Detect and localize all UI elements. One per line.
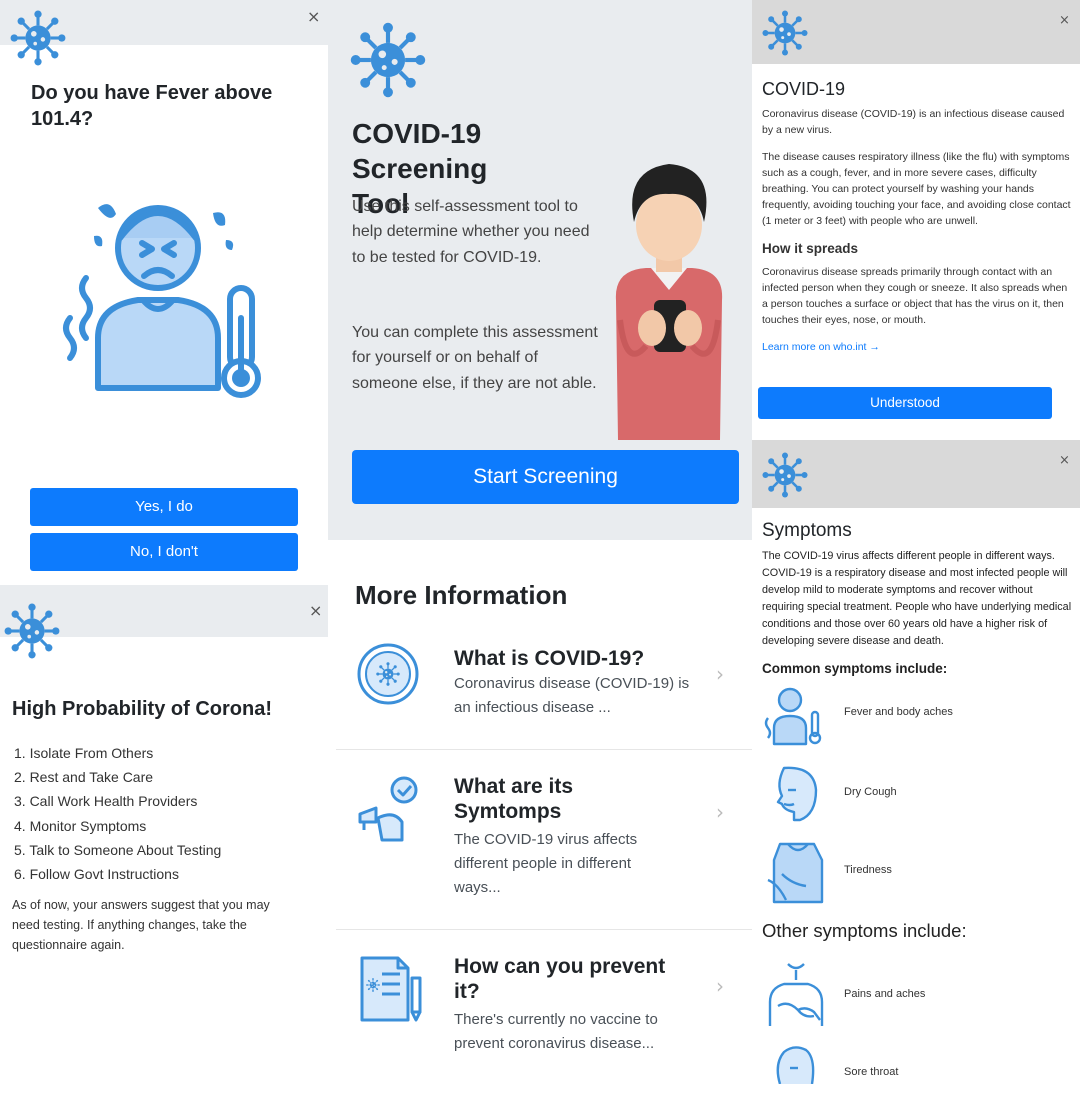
person-with-phone-illustration [615, 164, 723, 440]
symptom-item: Tiredness [762, 838, 1062, 906]
chevron-right-icon: › [716, 800, 724, 824]
about-title: COVID-19 [762, 79, 846, 99]
spreads-title: How it spreads [762, 241, 859, 256]
start-screening-button[interactable]: Start Screening [352, 450, 739, 504]
pain-person-icon [768, 963, 824, 1026]
symptom-item: Sore throat [762, 1040, 1062, 1108]
symptom-label: Sore throat [844, 1066, 899, 1078]
list-item: 2. Rest and Take Care [14, 769, 154, 786]
common-symptoms-title: Common symptoms include: [762, 661, 948, 676]
chevron-right-icon: › [716, 662, 724, 686]
understood-button[interactable]: Understood [758, 387, 1052, 419]
intro-paragraph-2: You can complete this assessment for you… [352, 324, 598, 392]
close-button[interactable]: × [1059, 454, 1070, 467]
other-symptoms-title: Other symptoms include: [762, 920, 967, 941]
intro-panel: COVID-19 Screening Tool Use this self-as… [328, 0, 752, 540]
close-button[interactable]: × [307, 9, 320, 25]
about-paragraph-2: The disease causes respiratory illness (… [762, 151, 1071, 227]
list-item[interactable]: What are its Symtomps The COVID-19 virus… [336, 750, 752, 930]
list-item[interactable]: What is COVID-19? Coronavirus disease (C… [336, 624, 752, 750]
fever-person-icon [764, 687, 822, 746]
fever-person-illustration-icon [63, 204, 261, 398]
more-information-heading: More Information [355, 580, 568, 610]
list-item: 6. Follow Govt Instructions [14, 866, 179, 883]
symptoms-title: Symptoms [762, 520, 852, 541]
list-item: 3. Call Work Health Providers [14, 793, 198, 810]
close-button[interactable]: × [309, 603, 322, 619]
virus-petri-icon [357, 643, 419, 705]
symptom-label: Dry Cough [844, 786, 897, 798]
document-pencil-icon [360, 956, 422, 1022]
result-panel: × High Probability of Corona! 1. Isolate… [0, 585, 328, 1080]
virus-logo-icon [350, 22, 426, 98]
learn-more-link[interactable]: Learn more on who.int → [762, 341, 880, 353]
virus-logo-icon [4, 603, 60, 659]
no-button[interactable]: No, I don't [30, 533, 298, 571]
about-paragraph-1: Coronavirus disease (COVID-19) is an inf… [762, 108, 1065, 136]
more-information-panel: More Information What is COVID-19? Coron… [328, 540, 752, 1080]
fever-question-panel: × Do you have Fever above 101.4? Yes, I … [0, 0, 328, 582]
item-description: There's currently no vaccine to prevent … [454, 1011, 658, 1052]
item-description: Coronavirus disease (COVID-19) is an inf… [454, 675, 690, 716]
result-note: As of now, your answers suggest that you… [12, 898, 270, 952]
virus-logo-icon [10, 10, 66, 66]
intro-paragraph-1: Use this self-assessment tool to help de… [352, 198, 590, 266]
list-item: 5. Talk to Someone About Testing [14, 841, 222, 858]
symptom-item: Pains and aches [762, 962, 1062, 1030]
cough-face-icon [776, 766, 818, 822]
symptom-item: Dry Cough [762, 760, 1062, 828]
result-title: High Probability of Corona! [12, 698, 272, 720]
item-title: What is COVID-19? [454, 647, 645, 670]
symptom-label: Pains and aches [844, 988, 926, 1000]
item-title: How can you prevent it? [454, 955, 666, 1004]
list-item[interactable]: How can you prevent it? There's currentl… [336, 930, 752, 1080]
yes-button[interactable]: Yes, I do [30, 488, 298, 526]
item-title: What are its Symtomps [454, 775, 574, 824]
symptom-item: Fever and body aches [762, 680, 1062, 748]
list-item: 4. Monitor Symptoms [14, 817, 147, 834]
virus-logo-icon [762, 10, 808, 56]
about-paragraph-3: Coronavirus disease spreads primarily th… [762, 266, 1068, 326]
virus-logo-icon [762, 452, 808, 498]
tired-person-icon [767, 842, 824, 904]
chevron-right-icon: › [716, 974, 724, 998]
item-description: The COVID-19 virus affects different peo… [454, 831, 638, 896]
list-item: 1. Isolate From Others [14, 745, 154, 761]
about-covid-panel: × COVID-19 Coronavirus disease (COVID-19… [752, 0, 1080, 440]
result-steps-list: 1. Isolate From Others 2. Rest and Take … [14, 741, 221, 886]
symptom-label: Fever and body aches [844, 706, 953, 718]
symptoms-intro: The COVID-19 virus affects different peo… [762, 550, 1072, 647]
thermometer-check-icon [358, 776, 418, 842]
close-button[interactable]: × [1059, 14, 1070, 27]
sore-throat-icon [776, 1046, 815, 1084]
fever-question-title: Do you have Fever above 101.4? [31, 82, 273, 130]
symptom-label: Tiredness [844, 864, 892, 876]
